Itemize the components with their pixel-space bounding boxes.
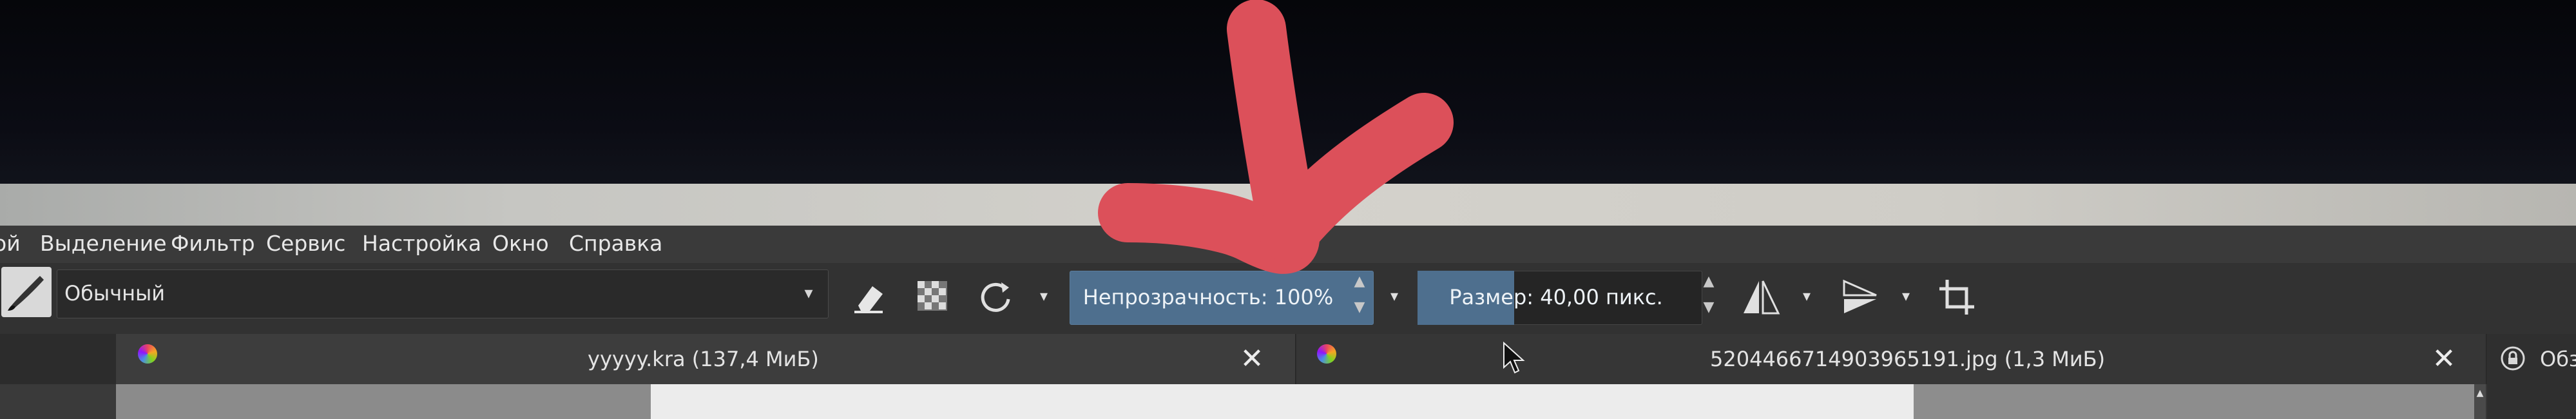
chevron-down-icon[interactable]: ▾ [1795, 280, 1818, 312]
brush-preset-label: Обычный [64, 281, 166, 306]
close-icon[interactable]: ✕ [1235, 342, 1269, 376]
menu-window[interactable]: Окно [492, 229, 549, 258]
mirror-horizontal-icon[interactable] [1737, 273, 1785, 321]
chevron-down-icon[interactable]: ▾ [1031, 280, 1057, 312]
menu-filter[interactable]: Фильтр [171, 229, 255, 258]
size-increment-icon[interactable]: ▲ [1698, 273, 1719, 289]
menu-partial[interactable]: ой [0, 229, 21, 258]
canvas-area[interactable] [116, 384, 651, 419]
menu-help[interactable]: Справка [569, 229, 662, 258]
tab-label: yyyyy.kra (137,4 МиБ) [588, 347, 819, 371]
krita-file-icon [1317, 344, 1336, 364]
menu-tools[interactable]: Сервис [266, 229, 345, 258]
tab-label: 5204466714903965191.jpg (1,3 МиБ) [1710, 347, 2106, 371]
brush-preset-combo[interactable] [57, 269, 829, 318]
menu-select[interactable]: Выделение [40, 229, 167, 258]
krita-file-icon [138, 344, 157, 364]
mirror-vertical-icon[interactable] [1836, 273, 1884, 321]
close-icon[interactable]: ✕ [2427, 342, 2461, 376]
chevron-down-icon[interactable]: ▾ [1894, 280, 1918, 312]
lock-icon[interactable] [2500, 346, 2526, 371]
checkmark-annotation [1082, 0, 1469, 303]
overview-docker-title[interactable]: Обз [2540, 342, 2576, 376]
brush-preset-icon[interactable] [1, 267, 52, 317]
eraser-icon[interactable] [845, 273, 890, 318]
menu-settings[interactable]: Настройка [362, 229, 481, 258]
vertical-scrollbar[interactable]: ▲ [2474, 384, 2486, 419]
crop-icon[interactable] [1933, 273, 1981, 321]
chevron-down-icon[interactable]: ▾ [799, 275, 818, 312]
canvas-area[interactable] [1914, 384, 2474, 419]
canvas-margin [0, 384, 116, 419]
canvas-image[interactable] [651, 384, 1914, 419]
mouse-cursor-icon [1503, 341, 1526, 375]
alpha-lock-icon[interactable] [910, 273, 955, 318]
reload-preset-icon[interactable] [973, 273, 1018, 318]
size-decrement-icon[interactable]: ▼ [1698, 299, 1719, 315]
scroll-up-icon[interactable]: ▲ [2474, 388, 2486, 398]
